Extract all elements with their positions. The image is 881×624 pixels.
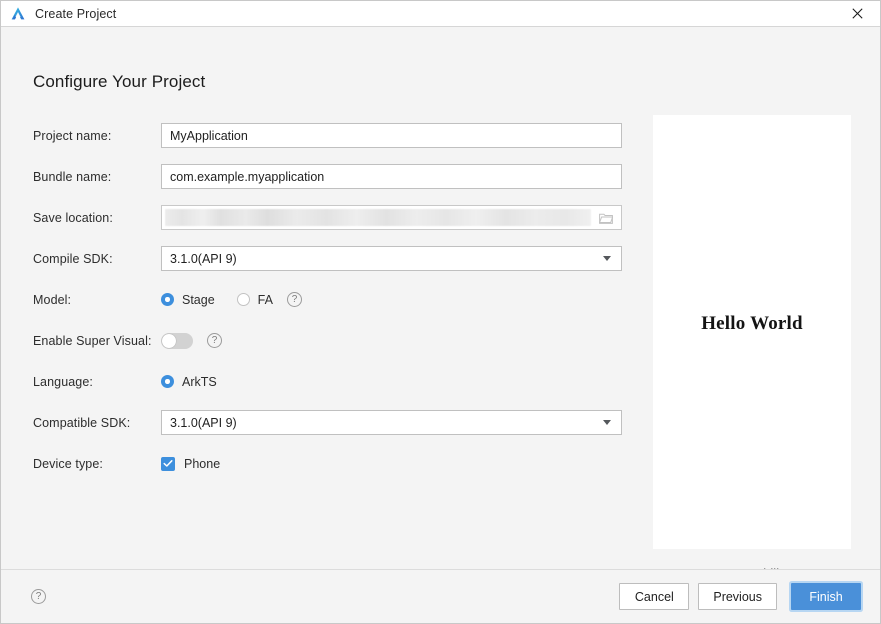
title-bar: Create Project xyxy=(1,1,880,27)
form-row-compile-sdk: Compile SDK: 3.1.0(API 9) xyxy=(33,238,625,279)
compile-sdk-select[interactable]: 3.1.0(API 9) xyxy=(161,246,622,271)
compatible-sdk-value: 3.1.0(API 9) xyxy=(170,415,237,430)
radio-indicator-selected xyxy=(161,293,174,306)
folder-icon xyxy=(599,213,613,224)
close-icon xyxy=(852,8,863,19)
chevron-down-icon xyxy=(603,256,611,261)
model-radio-group: Stage FA ? xyxy=(161,292,302,307)
check-icon xyxy=(163,460,173,467)
form-row-compatible-sdk: Compatible SDK: 3.1.0(API 9) xyxy=(33,402,625,443)
model-help-icon[interactable]: ? xyxy=(286,292,302,307)
device-type-label: Device type: xyxy=(33,456,103,471)
phone-preview-canvas: Hello World xyxy=(653,115,851,549)
form-row-project-name: Project name: xyxy=(33,115,625,156)
model-label: Model: xyxy=(33,292,72,307)
compatible-sdk-select[interactable]: 3.1.0(API 9) xyxy=(161,410,622,435)
radio-model-fa-label: FA xyxy=(257,292,273,307)
radio-indicator-unselected xyxy=(236,293,250,306)
compatible-sdk-label: Compatible SDK: xyxy=(33,415,131,430)
help-icon[interactable]: ? xyxy=(31,589,46,604)
form-row-bundle-name: Bundle name: xyxy=(33,156,625,197)
create-project-dialog: Create Project Configure Your Project Pr… xyxy=(0,0,881,624)
save-location-input[interactable] xyxy=(161,205,622,230)
language-label: Language: xyxy=(33,374,93,389)
page-title: Configure Your Project xyxy=(33,72,206,91)
project-name-label: Project name: xyxy=(33,128,112,143)
bundle-name-input[interactable] xyxy=(161,164,622,189)
form-row-language: Language: ArkTS xyxy=(33,361,625,402)
toggle-knob xyxy=(162,333,176,348)
previous-button[interactable]: Previous xyxy=(698,583,777,610)
super-visual-toggle[interactable] xyxy=(161,332,193,349)
form-row-model: Model: Stage FA ? xyxy=(33,279,625,320)
window-title: Create Project xyxy=(35,6,117,21)
compile-sdk-value: 3.1.0(API 9) xyxy=(170,251,237,266)
bundle-name-label: Bundle name: xyxy=(33,169,112,184)
project-name-input[interactable] xyxy=(161,123,622,148)
language-radio-group: ArkTS xyxy=(161,375,239,389)
radio-model-stage[interactable]: Stage xyxy=(161,293,215,307)
checkbox-indicator-checked xyxy=(161,456,175,471)
deveco-logo-icon xyxy=(11,6,25,19)
form-row-super-visual: Enable Super Visual: ? xyxy=(33,320,625,361)
radio-indicator-selected xyxy=(161,375,174,388)
checkbox-device-phone-label: Phone xyxy=(184,456,221,471)
chevron-down-icon xyxy=(603,420,611,425)
template-preview: Hello World Empty Ability xyxy=(653,115,851,569)
project-config-form: Project name: Bundle name: Save location… xyxy=(33,115,625,484)
browse-folder-button[interactable] xyxy=(595,207,617,228)
radio-model-stage-label: Stage xyxy=(182,292,215,307)
save-location-label: Save location: xyxy=(33,210,113,225)
save-location-redacted-value xyxy=(165,209,591,226)
form-row-device-type: Device type: Phone xyxy=(33,443,625,484)
form-row-save-location: Save location: xyxy=(33,197,625,238)
preview-screen-text: Hello World xyxy=(701,313,803,334)
radio-model-fa[interactable]: FA xyxy=(236,292,273,307)
close-button[interactable] xyxy=(835,1,880,26)
dialog-footer: ? Cancel Previous Finish xyxy=(1,569,880,623)
finish-button[interactable]: Finish xyxy=(791,583,861,610)
checkbox-device-phone[interactable]: Phone xyxy=(161,456,221,471)
radio-language-arkts[interactable]: ArkTS xyxy=(161,375,217,389)
radio-language-arkts-label: ArkTS xyxy=(182,374,217,389)
cancel-button[interactable]: Cancel xyxy=(619,583,690,610)
compile-sdk-label: Compile SDK: xyxy=(33,251,113,266)
dialog-content: Configure Your Project Project name: Bun… xyxy=(1,27,880,569)
super-visual-label: Enable Super Visual: xyxy=(33,333,152,348)
super-visual-help-icon[interactable]: ? xyxy=(207,333,222,348)
preview-caption: Empty Ability xyxy=(715,566,789,569)
